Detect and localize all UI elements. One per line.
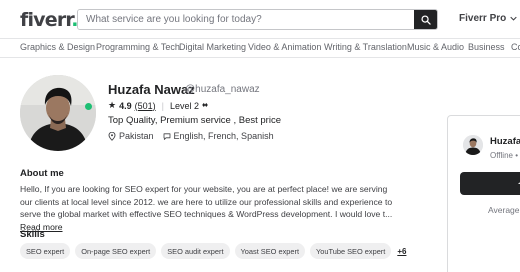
category-graphics-design[interactable]: Graphics & Design [20, 42, 95, 52]
top-header: fiverr. Fiverr Pro [0, 0, 520, 38]
fiverr-logo[interactable]: fiverr. [20, 9, 79, 31]
star-icon: ★ [108, 100, 117, 110]
seller-tagline: Top Quality, Premium service , Best pric… [108, 115, 281, 126]
category-music-audio[interactable]: Music & Audio [407, 42, 464, 52]
skill-chip[interactable]: SEO expert [20, 243, 71, 259]
profile-avatar[interactable] [20, 75, 96, 151]
skills-heading: Skills [20, 229, 45, 240]
card-seller-name: Huzafa [490, 136, 520, 147]
contact-card: Huzafa Offline • Average [447, 115, 520, 272]
about-body: Hello, If you are looking for SEO expert… [20, 184, 393, 220]
about-heading: About me [20, 168, 64, 179]
seller-handle: @huzafa_nawaz [185, 84, 260, 95]
category-consulting[interactable]: Consu [511, 42, 520, 52]
avatar-photo [20, 75, 96, 151]
avatar-photo [463, 135, 483, 155]
search-bar [77, 9, 438, 30]
fiverr-pro-label: Fiverr Pro [459, 13, 507, 24]
seller-country: Pakistan [119, 131, 154, 141]
category-nav: Graphics & Design Programming & Tech Dig… [0, 38, 520, 58]
category-business[interactable]: Business [468, 42, 505, 52]
search-icon [420, 14, 431, 25]
chevron-down-icon [510, 16, 517, 21]
about-text: Hello, If you are looking for SEO expert… [20, 183, 400, 233]
seller-name: Huzafa Nawaz [108, 82, 195, 97]
skill-chip[interactable]: Yoast SEO expert [234, 243, 306, 259]
seller-languages: English, French, Spanish [173, 131, 274, 141]
fiverr-pro-menu[interactable]: Fiverr Pro [459, 13, 517, 24]
card-status: Offline • [490, 151, 518, 160]
skills-list: SEO expert On-page SEO expert SEO audit … [20, 243, 406, 259]
online-status-dot [85, 103, 92, 110]
seller-meta: Pakistan English, French, Spanish [108, 131, 274, 141]
category-programming-tech[interactable]: Programming & Tech [96, 42, 180, 52]
search-button[interactable] [414, 10, 437, 29]
category-video-animation[interactable]: Video & Animation [248, 42, 321, 52]
contact-me-button[interactable] [460, 172, 520, 195]
avatar [20, 75, 96, 151]
skill-chip[interactable]: SEO audit expert [161, 243, 230, 259]
avatar [463, 135, 483, 155]
location-pin-icon [108, 131, 116, 141]
average-response-label: Average [488, 205, 520, 215]
skill-chip[interactable]: YouTube SEO expert [310, 243, 392, 259]
category-digital-marketing[interactable]: Digital Marketing [179, 42, 246, 52]
rating-score: 4.9 [119, 100, 132, 111]
divider: | [161, 100, 164, 111]
more-skills-link[interactable]: +6 [397, 247, 406, 256]
category-writing-translation[interactable]: Writing & Translation [324, 42, 407, 52]
seller-level: Level 2 [169, 100, 199, 111]
search-input[interactable] [78, 10, 414, 29]
skill-chip[interactable]: On-page SEO expert [75, 243, 157, 259]
review-count-link[interactable]: (501) [135, 101, 156, 111]
speech-bubble-icon [163, 132, 170, 140]
level-diamond-icon: ♦♦ [201, 102, 208, 109]
rating-row: ★ 4.9 (501) | Level 2 ♦♦ [108, 100, 208, 111]
